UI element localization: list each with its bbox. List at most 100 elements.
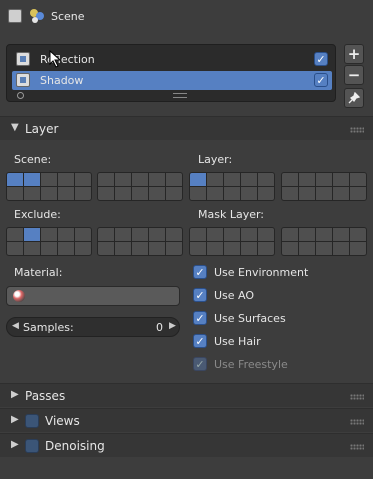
layer-cell[interactable] <box>333 187 349 200</box>
layer-cell[interactable] <box>258 173 274 186</box>
exclude-grid-2[interactable] <box>97 227 183 256</box>
layer-cell[interactable] <box>190 242 206 255</box>
material-field[interactable] <box>6 286 180 306</box>
layer-cell[interactable] <box>24 228 40 241</box>
layer-cell[interactable] <box>166 187 182 200</box>
layer-cell[interactable] <box>241 242 257 255</box>
layer-cell[interactable] <box>299 187 315 200</box>
layer-cell[interactable] <box>350 242 366 255</box>
views-panel-header[interactable]: ▶ Views <box>0 408 373 432</box>
layer-cell[interactable] <box>115 173 131 186</box>
layer-cell[interactable] <box>190 228 206 241</box>
layer-cell[interactable] <box>166 242 182 255</box>
layer-cell[interactable] <box>316 242 332 255</box>
resize-handle[interactable] <box>173 93 187 98</box>
layer-cell[interactable] <box>282 173 298 186</box>
layer-cell[interactable] <box>207 187 223 200</box>
passes-panel-header[interactable]: ▶ Passes <box>0 383 373 407</box>
increment-arrow-icon[interactable]: ▶ <box>169 321 176 331</box>
mask-layer-grid-1[interactable] <box>189 227 275 256</box>
layer-cell[interactable] <box>75 173 91 186</box>
layer-cell[interactable] <box>58 173 74 186</box>
drag-grip-icon[interactable] <box>350 419 364 425</box>
use-environment-checkbox[interactable]: ✓ <box>193 265 207 279</box>
denoising-panel-header[interactable]: ▶ Denoising <box>0 433 373 457</box>
layer-cell[interactable] <box>190 173 206 186</box>
layer-cell[interactable] <box>190 187 206 200</box>
layer-cell[interactable] <box>75 187 91 200</box>
views-toggle-checkbox[interactable] <box>25 414 39 428</box>
layer-cell[interactable] <box>166 228 182 241</box>
layer-cell[interactable] <box>75 242 91 255</box>
layer-cell[interactable] <box>224 228 240 241</box>
layer-cell[interactable] <box>258 187 274 200</box>
layer-enabled-checkbox[interactable]: ✓ <box>314 73 328 87</box>
layer-cell[interactable] <box>316 173 332 186</box>
layer-cell[interactable] <box>7 187 23 200</box>
layer-cell[interactable] <box>207 242 223 255</box>
layer-cell[interactable] <box>282 228 298 241</box>
layer-cell[interactable] <box>98 173 114 186</box>
layer-cell[interactable] <box>224 173 240 186</box>
pin-icon[interactable] <box>344 88 364 108</box>
layer-cell[interactable] <box>24 173 40 186</box>
scene-layers-grid-1[interactable] <box>6 172 92 201</box>
layer-cell[interactable] <box>98 228 114 241</box>
layer-cell[interactable] <box>299 228 315 241</box>
use-surfaces-checkbox[interactable]: ✓ <box>193 311 207 325</box>
layer-cell[interactable] <box>350 228 366 241</box>
layer-cell[interactable] <box>41 173 57 186</box>
layer-cell[interactable] <box>282 242 298 255</box>
render-layer-grid-2[interactable] <box>281 172 367 201</box>
add-layer-button[interactable]: + <box>344 44 364 64</box>
layer-cell[interactable] <box>207 228 223 241</box>
layer-cell[interactable] <box>24 187 40 200</box>
layer-cell[interactable] <box>241 228 257 241</box>
layer-cell[interactable] <box>58 242 74 255</box>
layer-cell[interactable] <box>299 242 315 255</box>
layer-cell[interactable] <box>132 242 148 255</box>
layer-cell[interactable] <box>132 228 148 241</box>
remove-layer-button[interactable]: − <box>344 65 364 85</box>
layer-cell[interactable] <box>224 242 240 255</box>
layer-cell[interactable] <box>258 242 274 255</box>
use-ao-checkbox[interactable]: ✓ <box>193 288 207 302</box>
decrement-arrow-icon[interactable]: ◀ <box>12 321 19 331</box>
list-item-shadow[interactable]: Shadow ✓ <box>12 71 332 90</box>
use-hair-checkbox[interactable]: ✓ <box>193 334 207 348</box>
layer-cell[interactable] <box>149 173 165 186</box>
layer-panel-header[interactable]: ▼ Layer <box>0 116 373 140</box>
samples-field[interactable]: ◀ Samples: 0 ▶ <box>6 317 180 337</box>
layer-cell[interactable] <box>41 187 57 200</box>
drag-grip-icon[interactable] <box>350 394 364 400</box>
layer-cell[interactable] <box>316 187 332 200</box>
layer-cell[interactable] <box>98 187 114 200</box>
drag-grip-icon[interactable] <box>350 444 364 450</box>
layer-enabled-checkbox[interactable]: ✓ <box>314 52 328 66</box>
layer-cell[interactable] <box>333 173 349 186</box>
layer-cell[interactable] <box>350 187 366 200</box>
mask-layer-grid-2[interactable] <box>281 227 367 256</box>
layer-cell[interactable] <box>333 228 349 241</box>
layer-cell[interactable] <box>333 242 349 255</box>
layer-cell[interactable] <box>41 242 57 255</box>
layer-cell[interactable] <box>7 242 23 255</box>
drag-grip-icon[interactable] <box>350 127 364 133</box>
denoising-toggle-checkbox[interactable] <box>25 439 39 453</box>
layer-cell[interactable] <box>241 187 257 200</box>
layer-cell[interactable] <box>149 228 165 241</box>
layer-cell[interactable] <box>58 228 74 241</box>
layer-cell[interactable] <box>149 242 165 255</box>
layer-cell[interactable] <box>132 187 148 200</box>
layer-cell[interactable] <box>316 228 332 241</box>
layer-cell[interactable] <box>299 173 315 186</box>
layer-cell[interactable] <box>75 228 91 241</box>
layer-cell[interactable] <box>350 173 366 186</box>
layer-cell[interactable] <box>282 187 298 200</box>
layer-cell[interactable] <box>7 173 23 186</box>
layer-cell[interactable] <box>115 242 131 255</box>
layer-cell[interactable] <box>241 173 257 186</box>
layer-cell[interactable] <box>7 228 23 241</box>
layer-cell[interactable] <box>132 173 148 186</box>
layer-cell[interactable] <box>98 242 114 255</box>
